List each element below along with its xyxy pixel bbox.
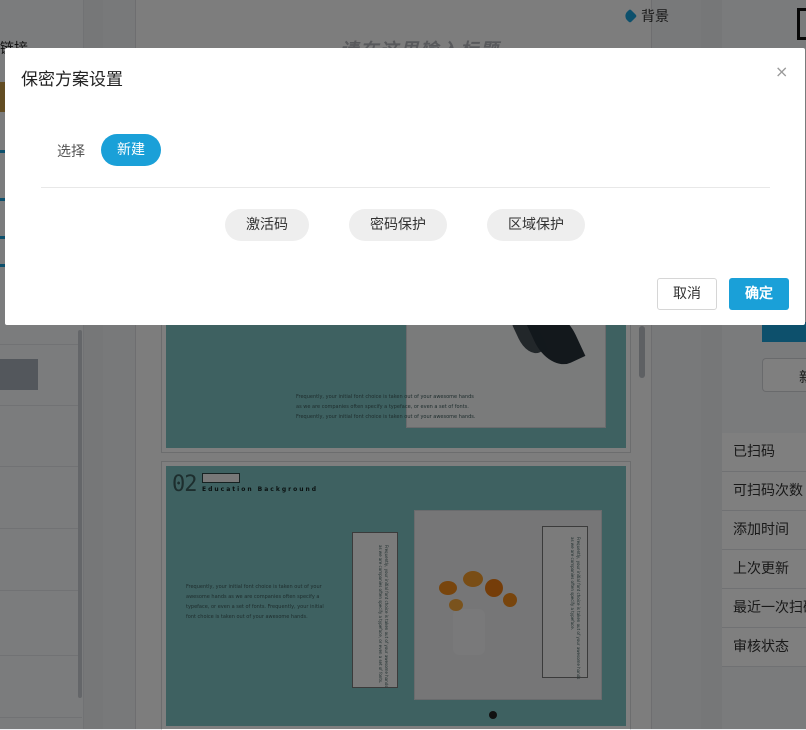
new-tab-button[interactable]: 新建 [101, 134, 161, 166]
confirm-button[interactable]: 确定 [729, 278, 789, 310]
password-protection-option[interactable]: 密码保护 [349, 209, 447, 241]
choose-tab[interactable]: 选择 [57, 141, 85, 161]
dialog-divider [41, 187, 770, 188]
region-protection-option[interactable]: 区域保护 [487, 209, 585, 241]
activation-code-option[interactable]: 激活码 [225, 209, 309, 241]
close-icon[interactable]: × [775, 62, 788, 81]
security-scheme-dialog: 保密方案设置 × 选择 新建 激活码 密码保护 区域保护 取消 确定 [5, 48, 805, 325]
dialog-title: 保密方案设置 [21, 70, 123, 90]
cancel-button[interactable]: 取消 [657, 278, 717, 310]
